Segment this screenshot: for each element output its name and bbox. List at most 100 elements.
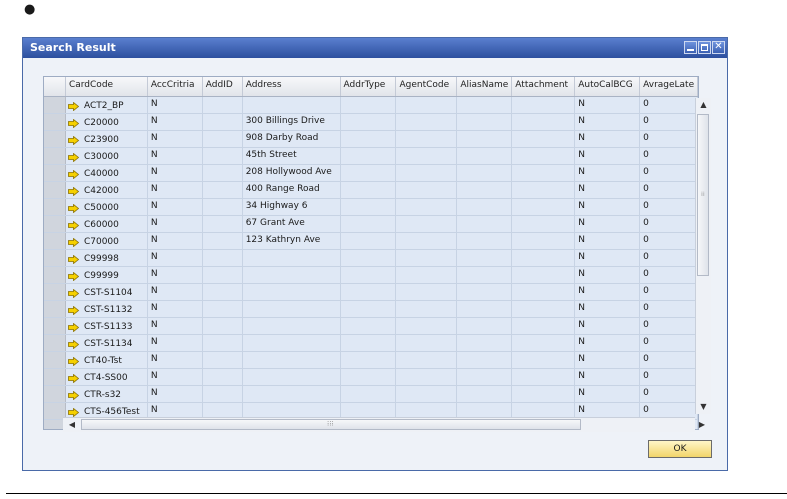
row-selector[interactable] (44, 233, 66, 249)
column-header-acccritria[interactable]: AccCritria (148, 77, 203, 96)
table-row[interactable]: C30000 N 45th Street N 0 (44, 148, 698, 165)
link-arrow-icon[interactable] (68, 373, 79, 383)
table-row[interactable]: C60000 N 67 Grant Ave N 0 (44, 216, 698, 233)
table-row[interactable]: C40000 N 208 Hollywood Ave N 0 (44, 165, 698, 182)
scroll-up-button[interactable]: ▲ (696, 98, 711, 112)
cell-autocalbcg: N (575, 250, 641, 266)
table-row[interactable]: CST-S1134 N N 0 (44, 335, 698, 352)
link-arrow-icon[interactable] (68, 390, 79, 400)
cell-agentcode (396, 284, 458, 300)
table-row[interactable]: CT4-SS00 N N 0 (44, 369, 698, 386)
row-selector[interactable] (44, 284, 66, 300)
link-arrow-icon[interactable] (68, 220, 79, 230)
row-selector[interactable] (44, 114, 66, 130)
row-selector[interactable] (44, 301, 66, 317)
row-selector[interactable] (44, 335, 66, 351)
column-header-address[interactable]: Address (243, 77, 341, 96)
cell-acccritria: N (147, 267, 203, 283)
column-header-avragelate[interactable]: AvrageLate (640, 77, 698, 96)
cell-attachment (512, 318, 576, 334)
cell-agentcode (396, 165, 458, 181)
link-arrow-icon[interactable] (68, 152, 79, 162)
column-header-autocalbcg[interactable]: AutoCalBCG (575, 77, 641, 96)
cell-aliasname (457, 199, 513, 215)
table-row[interactable]: C42000 N 400 Range Road N 0 (44, 182, 698, 199)
table-row[interactable]: C20000 N 300 Billings Drive N 0 (44, 114, 698, 131)
link-arrow-icon[interactable] (68, 203, 79, 213)
cell-aliasname (457, 267, 513, 283)
column-header-attachment[interactable]: Attachment (512, 77, 576, 96)
column-header-cardcode[interactable]: CardCode (66, 77, 148, 96)
cell-cardcode: C99999 (65, 267, 148, 283)
close-button[interactable]: ✕ (712, 41, 725, 54)
scroll-down-button[interactable]: ▼ (696, 400, 711, 414)
link-arrow-icon[interactable] (68, 271, 79, 281)
cell-avragelate: 0 (640, 199, 698, 215)
table-row[interactable]: C50000 N 34 Highway 6N0 (44, 199, 698, 216)
cell-avragelate: 0 (640, 318, 698, 334)
row-selector[interactable] (44, 369, 66, 385)
row-selector[interactable] (44, 352, 66, 368)
row-selector[interactable] (44, 386, 66, 402)
link-arrow-icon[interactable] (68, 407, 79, 417)
cell-acccritria: N (147, 233, 203, 249)
column-header-addid[interactable]: AddID (203, 77, 243, 96)
row-selector[interactable] (44, 165, 66, 181)
table-row[interactable]: CT40-Tst N N 0 (44, 352, 698, 369)
minimize-button[interactable] (684, 41, 697, 54)
row-selector[interactable] (44, 250, 66, 266)
table-row[interactable]: C23900 N 908 Darby Road N 0 (44, 131, 698, 148)
table-row[interactable]: C99999 N N 0 (44, 267, 698, 284)
link-arrow-icon[interactable] (68, 254, 79, 264)
link-arrow-icon[interactable] (68, 356, 79, 366)
column-header-addrtype[interactable]: AddrType (341, 77, 397, 96)
row-selector[interactable] (44, 131, 66, 147)
row-selector[interactable] (44, 267, 66, 283)
row-selector[interactable] (44, 216, 66, 232)
table-row[interactable]: CST-S1132 N N 0 (44, 301, 698, 318)
link-arrow-icon[interactable] (68, 101, 79, 111)
cell-addrtype (340, 386, 397, 402)
row-selector[interactable] (44, 318, 66, 334)
table-row[interactable]: CST-S1104 N N 0 (44, 284, 698, 301)
ok-button[interactable]: OK (648, 440, 712, 458)
link-arrow-icon[interactable] (68, 118, 79, 128)
cell-agentcode (396, 301, 458, 317)
link-arrow-icon[interactable] (68, 169, 79, 179)
cell-agentcode (396, 335, 458, 351)
cell-attachment (512, 148, 576, 164)
results-grid: CardCode AccCritria AddID Address AddrType Ag… (43, 76, 699, 430)
link-arrow-icon[interactable] (68, 237, 79, 247)
link-arrow-icon[interactable] (68, 305, 79, 315)
table-row[interactable]: CTR-s32 N N 0 (44, 386, 698, 403)
link-arrow-icon[interactable] (68, 288, 79, 298)
horizontal-scrollbar[interactable]: ◀ ⁝⁝⁝ ▶ (63, 417, 705, 432)
vertical-scroll-thumb[interactable]: ⁞⁞ (697, 114, 709, 276)
cell-autocalbcg: N (575, 352, 641, 368)
row-selector[interactable] (44, 182, 66, 198)
table-row[interactable]: ACT2_BP N N 0 (44, 97, 698, 114)
window-titlebar[interactable]: Search Result ✕ (23, 38, 727, 58)
horizontal-scroll-thumb[interactable]: ⁝⁝⁝ (81, 419, 581, 430)
vertical-scrollbar[interactable]: ▲ ⁞⁞ ▼ (695, 98, 711, 414)
link-arrow-icon[interactable] (68, 186, 79, 196)
scroll-right-button[interactable]: ▶ (695, 418, 709, 432)
card-code-text: CTS-456Test (83, 407, 140, 417)
column-header-agentcode[interactable]: AgentCode (396, 77, 458, 96)
row-selector[interactable] (44, 199, 66, 215)
link-arrow-icon[interactable] (68, 135, 79, 145)
table-row[interactable]: CST-S1133 N N 0 (44, 318, 698, 335)
cell-attachment (512, 216, 576, 232)
link-arrow-icon[interactable] (68, 339, 79, 349)
cell-acccritria: N (147, 318, 203, 334)
cell-cardcode: C42000 (65, 182, 148, 198)
table-row[interactable]: C99998 N N 0 (44, 250, 698, 267)
cell-attachment (512, 182, 576, 198)
table-row[interactable]: C70000 N 123 Kathryn Ave N 0 (44, 233, 698, 250)
row-selector[interactable] (44, 148, 66, 164)
link-arrow-icon[interactable] (68, 322, 79, 332)
column-header-aliasname[interactable]: AliasName (457, 77, 513, 96)
maximize-button[interactable] (698, 41, 711, 54)
scroll-left-button[interactable]: ◀ (65, 418, 79, 432)
row-selector[interactable] (44, 97, 66, 113)
